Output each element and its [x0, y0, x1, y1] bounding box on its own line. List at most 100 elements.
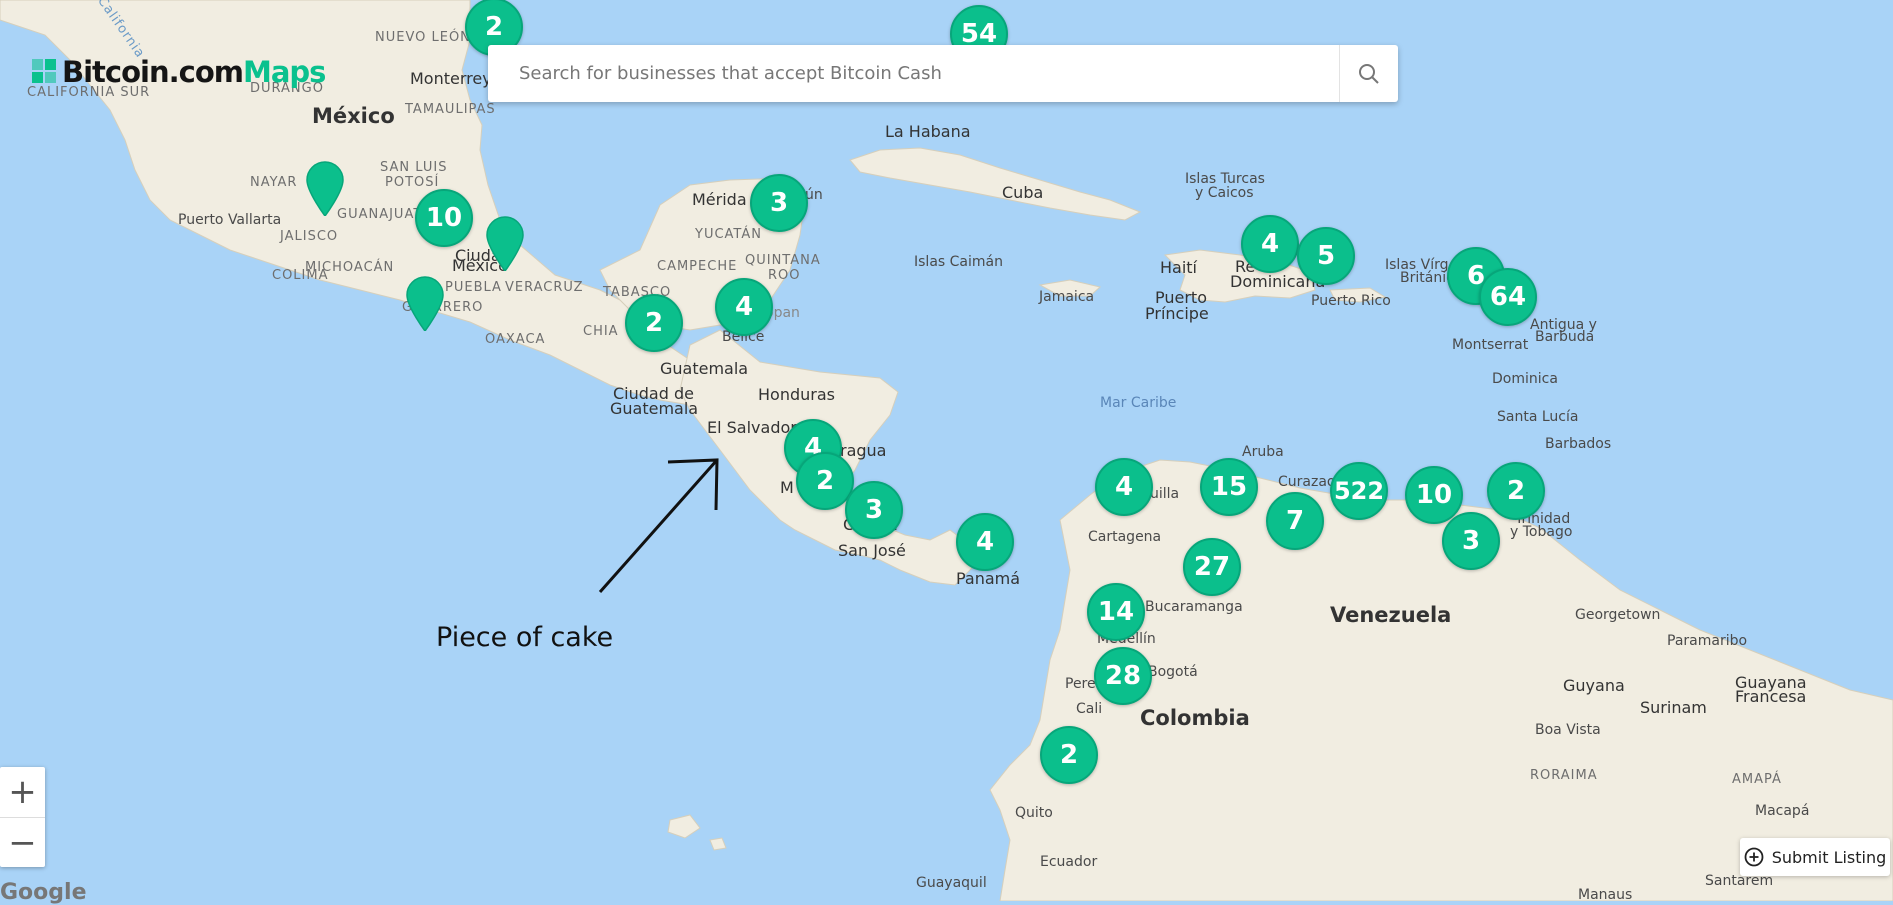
cluster-marker[interactable]: 2	[1487, 462, 1545, 520]
place-label: ragua	[840, 441, 887, 460]
place-label: Haití	[1160, 258, 1197, 277]
place-label: CAMPECHE	[657, 259, 738, 274]
google-attribution: Google	[0, 880, 87, 905]
cluster-marker[interactable]: 14	[1087, 583, 1145, 641]
place-label: Británic	[1400, 270, 1454, 286]
place-label: Montserrat	[1452, 337, 1529, 353]
place-label: PUEBLA	[445, 280, 502, 295]
cluster-marker[interactable]: 15	[1200, 458, 1258, 516]
place-label: Panamá	[956, 569, 1021, 588]
place-label: Guatemala	[660, 359, 749, 378]
search-icon	[1359, 63, 1379, 84]
bitcoin-com-maps-logo[interactable]: Bitcoin.com Maps	[32, 54, 326, 90]
cluster-marker[interactable]: 64	[1479, 268, 1537, 326]
place-label: Paramaribo	[1667, 633, 1748, 649]
logo-mark-icon	[32, 59, 58, 85]
logo-text-accent: Maps	[242, 55, 326, 89]
cluster-marker[interactable]: 4	[715, 278, 773, 336]
place-label: Colombia	[1140, 706, 1250, 730]
place-label: Príncipe	[1145, 304, 1209, 323]
place-label: VERACRUZ	[505, 280, 584, 295]
place-label: Dominica	[1492, 371, 1558, 387]
place-label: JALISCO	[280, 229, 339, 244]
cluster-marker[interactable]: 4	[1095, 458, 1153, 516]
search-button[interactable]	[1339, 45, 1398, 102]
place-label: Santa Lucía	[1497, 409, 1579, 425]
place-label: ROO	[768, 268, 801, 283]
place-label: Mérida	[692, 190, 747, 209]
zoom-out-button[interactable]: −	[0, 817, 45, 868]
cluster-marker[interactable]: 10	[1405, 466, 1463, 524]
place-label: Macapá	[1755, 803, 1810, 819]
place-label: Mar Caribe	[1100, 395, 1177, 411]
cluster-marker[interactable]: 522	[1330, 462, 1388, 520]
cluster-marker[interactable]: 2	[625, 294, 683, 352]
place-label: El Salvador	[707, 418, 797, 437]
zoom-in-button[interactable]: +	[0, 767, 45, 817]
place-label: y Caicos	[1195, 185, 1254, 201]
search-bar	[488, 45, 1398, 102]
location-pin-icon[interactable]	[304, 160, 346, 216]
place-label: TAMAULIPAS	[405, 102, 496, 117]
cluster-marker[interactable]: 10	[415, 189, 473, 247]
place-label: Cali	[1076, 701, 1103, 717]
place-label: México	[312, 104, 395, 128]
place-label: Monterrey	[410, 69, 492, 88]
cluster-marker[interactable]: 27	[1183, 538, 1241, 596]
place-label: Puerto	[1155, 288, 1207, 307]
place-label: OAXACA	[485, 332, 546, 347]
place-label: y Tobago	[1510, 524, 1573, 540]
cluster-marker[interactable]: 7	[1266, 492, 1324, 550]
place-label: Francesa	[1735, 687, 1807, 706]
place-label: Boa Vista	[1535, 722, 1601, 738]
place-label: Bogotá	[1148, 664, 1198, 680]
place-label: Aruba	[1242, 444, 1284, 460]
cluster-marker[interactable]: 3	[845, 481, 903, 539]
cluster-marker[interactable]: 2	[1040, 726, 1098, 784]
cluster-marker[interactable]: 28	[1094, 647, 1152, 705]
search-input[interactable]	[488, 46, 1339, 101]
place-label: La Habana	[885, 122, 971, 141]
place-label: Guatemala	[610, 399, 699, 418]
place-label: AMAPÁ	[1732, 772, 1782, 787]
place-label: YUCATÁN	[695, 227, 762, 242]
submit-listing-label: Submit Listing	[1771, 847, 1887, 867]
zoom-control: + −	[0, 767, 45, 867]
place-label: CHIA	[583, 324, 619, 339]
place-label: Barbados	[1545, 436, 1612, 452]
place-label: POTOSÍ	[385, 175, 440, 190]
place-label: Jamaica	[1039, 289, 1095, 305]
location-pin-icon[interactable]	[484, 215, 526, 271]
place-label: Curazao	[1278, 474, 1336, 490]
logo-text: Bitcoin.com	[62, 55, 244, 89]
place-label: Georgetown	[1575, 607, 1661, 623]
cluster-marker[interactable]: 5	[1297, 227, 1355, 285]
place-label: Bucaramanga	[1145, 599, 1243, 615]
cluster-marker[interactable]: 4	[956, 513, 1014, 571]
place-label: Guayaquil	[916, 875, 987, 891]
place-label: uilla	[1150, 486, 1180, 502]
submit-listing-button[interactable]: Submit Listing	[1740, 838, 1890, 876]
place-label: Surinam	[1640, 698, 1707, 717]
place-label: Honduras	[758, 385, 835, 404]
cluster-marker[interactable]: 4	[1241, 215, 1299, 273]
plus-circle-icon	[1744, 847, 1764, 867]
place-label: Pere	[1065, 676, 1096, 692]
cluster-marker[interactable]: 3	[750, 174, 808, 232]
place-label: Ecuador	[1040, 854, 1098, 870]
place-label: Quito	[1015, 805, 1053, 821]
place-label: Puerto Rico	[1311, 293, 1391, 309]
place-label: Guyana	[1563, 676, 1625, 695]
place-label: Santarém	[1705, 873, 1774, 889]
place-label: M	[780, 478, 794, 497]
cluster-marker[interactable]: 3	[1442, 512, 1500, 570]
place-label: Puerto Vallarta	[178, 212, 282, 228]
place-label: Venezuela	[1330, 603, 1452, 627]
place-label: Cartagena	[1088, 529, 1162, 545]
place-label: San José	[838, 541, 906, 560]
place-label: QUINTANA	[745, 253, 821, 268]
place-label: RORAIMA	[1530, 768, 1598, 783]
place-label: Cuba	[1002, 183, 1044, 202]
place-label: COLIMA	[272, 268, 329, 283]
location-pin-icon[interactable]	[404, 275, 446, 331]
